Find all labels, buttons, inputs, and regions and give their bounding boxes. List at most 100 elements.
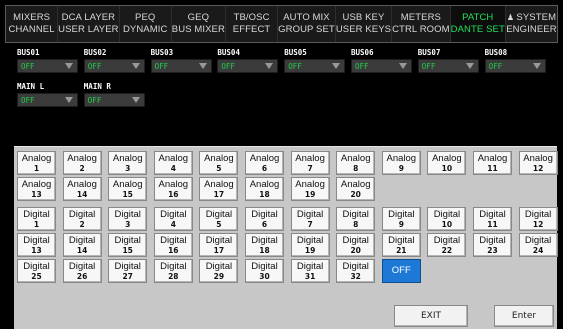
source-digital-23-button[interactable]: Digital 23 — [473, 233, 512, 257]
bus-dropdown[interactable]: OFF — [17, 59, 78, 73]
tab-system[interactable]: ♟ SYSTEM ENGINEER — [506, 6, 557, 42]
tab-tb-osc[interactable]: TB/OSC EFFECT — [226, 6, 279, 42]
bus-value: OFF — [87, 96, 102, 105]
chevron-down-icon — [131, 97, 140, 103]
source-digital-3-button[interactable]: Digital 3 — [108, 207, 148, 231]
source-digital-2-button[interactable]: Digital 2 — [62, 207, 102, 231]
bus-dropdown[interactable]: OFF — [284, 59, 346, 73]
source-analog-8-button[interactable]: Analog 8 — [336, 151, 376, 175]
tab-dca-layer[interactable]: DCA LAYER USER LAYER — [58, 6, 120, 42]
source-digital-30-button[interactable]: Digital 30 — [245, 259, 284, 283]
bus-dropdown[interactable]: OFF — [17, 93, 78, 107]
source-analog-16-button[interactable]: Analog 16 — [153, 177, 193, 201]
source-digital-15-button[interactable]: Digital 15 — [108, 233, 148, 257]
source-analog-14-button[interactable]: Analog 14 — [62, 177, 102, 201]
source-digital-14-button[interactable]: Digital 14 — [62, 233, 102, 257]
source-analog-20-button[interactable]: Analog 20 — [336, 177, 376, 201]
bus-dropdown[interactable]: OFF — [83, 93, 145, 107]
source-digital-19-button[interactable]: Digital 19 — [290, 233, 330, 257]
source-analog-10-button[interactable]: Analog 10 — [427, 151, 467, 175]
tab-auto-mix[interactable]: AUTO MIX GROUP SET — [278, 6, 336, 42]
source-digital-8-button[interactable]: Digital 8 — [336, 207, 376, 231]
tab-patch[interactable]: PATCH DANTE SET — [450, 6, 506, 42]
bus-dropdown[interactable]: OFF — [83, 59, 145, 73]
source-digital-21-button[interactable]: Digital 21 — [381, 233, 421, 257]
source-analog-9-button[interactable]: Analog 9 — [381, 151, 421, 175]
source-analog-4-button[interactable]: Analog 4 — [153, 151, 193, 175]
source-label: Digital — [433, 234, 461, 246]
source-digital-17-button[interactable]: Digital 17 — [199, 233, 239, 257]
source-digital-10-button[interactable]: Digital 10 — [427, 207, 467, 231]
source-analog-18-button[interactable]: Analog 18 — [245, 177, 284, 201]
source-analog-19-button[interactable]: Analog 19 — [290, 177, 330, 201]
tab-label-line2: DYNAMIC — [122, 24, 168, 35]
source-digital-20-button[interactable]: Digital 20 — [336, 233, 376, 257]
source-number: 17 — [213, 245, 225, 255]
enter-button[interactable]: Enter — [494, 305, 554, 327]
source-digital-32-button[interactable]: Digital 32 — [336, 259, 376, 283]
source-digital-27-button[interactable]: Digital 27 — [108, 259, 148, 283]
source-digital-24-button[interactable]: Digital 24 — [518, 233, 558, 257]
source-number: 10 — [441, 163, 453, 173]
source-analog-17-button[interactable]: Analog 17 — [199, 177, 239, 201]
source-digital-16-button[interactable]: Digital 16 — [153, 233, 193, 257]
source-label: Digital — [205, 260, 233, 272]
source-analog-11-button[interactable]: Analog 11 — [473, 151, 512, 175]
source-number: 15 — [122, 245, 133, 255]
source-number: 22 — [441, 245, 453, 255]
source-analog-5-button[interactable]: Analog 5 — [199, 151, 239, 175]
user-icon: ♟ — [506, 13, 517, 22]
bus-name: BUS08 — [484, 48, 508, 57]
source-analog-1-button[interactable]: Analog 1 — [17, 151, 56, 175]
tab-label-line2: ENGINEER — [506, 24, 557, 35]
bus-dropdown[interactable]: OFF — [217, 59, 279, 73]
source-digital-7-button[interactable]: Digital 7 — [290, 207, 330, 231]
source-digital-26-button[interactable]: Digital 26 — [62, 259, 102, 283]
tab-usb-key[interactable]: USB KEY USER KEYS — [336, 6, 393, 42]
source-digital-25-button[interactable]: Digital 25 — [17, 259, 56, 283]
source-digital-18-button[interactable]: Digital 18 — [245, 233, 284, 257]
source-label: Analog — [295, 152, 325, 164]
tab-mixers[interactable]: MIXERS CHANNEL — [6, 6, 59, 42]
bus-name: BUS01 — [17, 48, 40, 57]
source-analog-2-button[interactable]: Analog 2 — [62, 151, 102, 175]
source-number: 2 — [79, 219, 85, 229]
bus-name: BUS03 — [150, 48, 174, 57]
source-analog-13-button[interactable]: Analog 13 — [17, 177, 56, 201]
bus-dropdown[interactable]: OFF — [150, 59, 212, 73]
source-digital-6-button[interactable]: Digital 6 — [245, 207, 284, 231]
source-digital-28-button[interactable]: Digital 28 — [153, 259, 193, 283]
tab-geq[interactable]: GEQ BUS MIXER — [172, 6, 226, 42]
source-analog-15-button[interactable]: Analog 15 — [108, 177, 148, 201]
source-number: 3 — [125, 163, 131, 173]
source-digital-11-button[interactable]: Digital 11 — [473, 207, 512, 231]
exit-button[interactable]: EXIT — [394, 305, 468, 327]
source-digital-29-button[interactable]: Digital 29 — [199, 259, 239, 283]
source-label: Analog — [477, 152, 508, 164]
tab-label-line1: AUTO MIX — [283, 12, 330, 24]
source-number: 31 — [304, 271, 316, 281]
tab-label-text: DCA LAYER — [61, 12, 116, 23]
source-digital-22-button[interactable]: Digital 22 — [427, 233, 467, 257]
bus-dropdown[interactable]: OFF — [351, 59, 412, 73]
source-digital-9-button[interactable]: Digital 9 — [381, 207, 421, 231]
tab-peq[interactable]: PEQ DYNAMIC — [120, 6, 172, 42]
source-digital-12-button[interactable]: Digital 12 — [518, 207, 558, 231]
source-digital-31-button[interactable]: Digital 31 — [290, 259, 330, 283]
bus-dropdown[interactable]: OFF — [484, 59, 546, 73]
source-analog-3-button[interactable]: Analog 3 — [108, 151, 148, 175]
source-digital-5-button[interactable]: Digital 5 — [199, 207, 239, 231]
tab-label-text: TB/OSC — [233, 12, 270, 23]
source-off-button[interactable]: OFF — [381, 259, 421, 283]
source-digital-1-button[interactable]: Digital 1 — [17, 207, 56, 231]
tab-label-text: MIXERS — [13, 12, 51, 23]
source-digital-13-button[interactable]: Digital 13 — [17, 233, 56, 257]
bus-dropdown[interactable]: OFF — [417, 59, 479, 73]
source-analog-7-button[interactable]: Analog 7 — [290, 151, 330, 175]
tab-label-text: SYSTEM — [516, 12, 557, 23]
bus-selector-bus07: BUS07 OFF — [415, 48, 479, 78]
tab-meters[interactable]: METERS CTRL ROOM — [392, 6, 451, 42]
source-analog-6-button[interactable]: Analog 6 — [245, 151, 284, 175]
source-digital-4-button[interactable]: Digital 4 — [153, 207, 193, 231]
source-analog-12-button[interactable]: Analog 12 — [518, 151, 558, 175]
